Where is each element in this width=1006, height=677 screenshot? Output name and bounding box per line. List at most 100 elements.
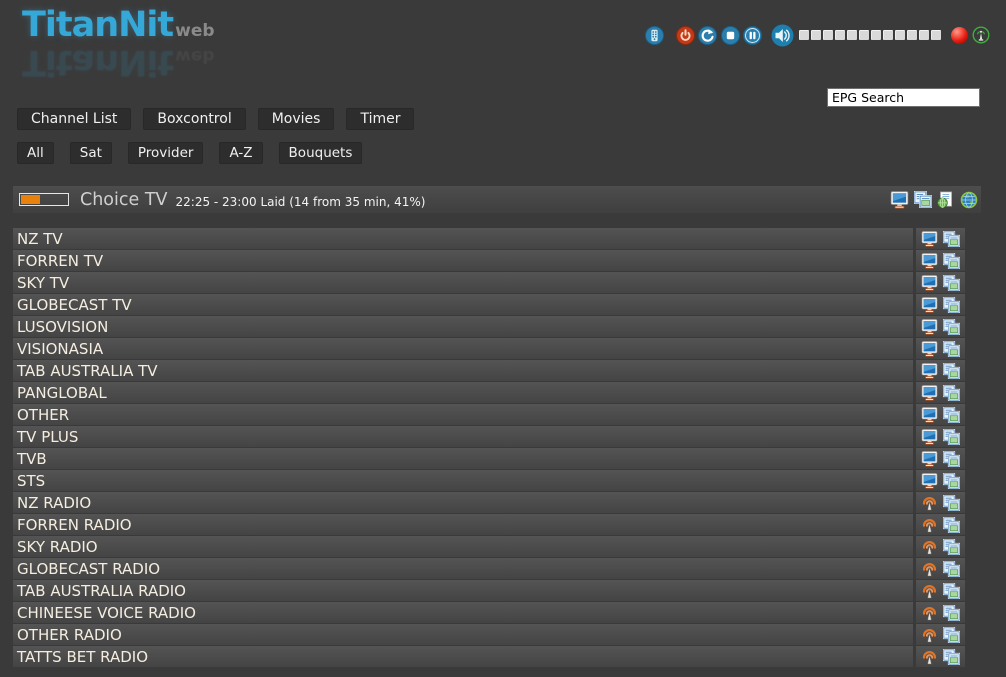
epg-list-icon[interactable]: [943, 296, 961, 314]
tv-icon[interactable]: [921, 230, 939, 248]
channel-row[interactable]: GLOBECAST TV: [13, 294, 965, 315]
epg-list-icon[interactable]: [943, 428, 961, 446]
volume-segment[interactable]: [883, 30, 893, 40]
channel-name[interactable]: SKY RADIO: [13, 536, 913, 557]
channel-name[interactable]: TV PLUS: [13, 426, 913, 447]
tv-icon[interactable]: [921, 362, 939, 380]
webpage-icon[interactable]: [936, 190, 955, 209]
globe-icon[interactable]: [959, 190, 978, 209]
channel-name[interactable]: VISIONASIA: [13, 338, 913, 359]
channel-row[interactable]: GLOBECAST RADIO: [13, 558, 965, 579]
epg-list-icon[interactable]: [943, 472, 961, 490]
tv-icon[interactable]: [921, 252, 939, 270]
channel-row[interactable]: SKY RADIO: [13, 536, 965, 557]
back-icon[interactable]: [698, 26, 717, 45]
stop-icon[interactable]: [721, 26, 740, 45]
tv-icon[interactable]: [921, 340, 939, 358]
radio-icon[interactable]: [921, 560, 939, 578]
channel-name[interactable]: FORREN TV: [13, 250, 913, 271]
epg-list-icon[interactable]: [943, 318, 961, 336]
channel-name[interactable]: SKY TV: [13, 272, 913, 293]
epg-list-icon[interactable]: [943, 252, 961, 270]
volume-segment[interactable]: [835, 30, 845, 40]
epg-list-icon[interactable]: [943, 406, 961, 424]
channel-name[interactable]: LUSOVISION: [13, 316, 913, 337]
channel-row[interactable]: PANGLOBAL: [13, 382, 965, 403]
epg-list-icon[interactable]: [943, 648, 961, 666]
volume-segment[interactable]: [799, 30, 809, 40]
epg-list-icon[interactable]: [943, 582, 961, 600]
speaker-icon[interactable]: [771, 24, 794, 47]
channel-name[interactable]: NZ TV: [13, 228, 913, 249]
channel-row[interactable]: VISIONASIA: [13, 338, 965, 359]
nav-movies[interactable]: Movies: [258, 108, 335, 130]
volume-segment[interactable]: [811, 30, 821, 40]
epg-list-icon[interactable]: [943, 626, 961, 644]
volume-segment[interactable]: [823, 30, 833, 40]
tv-stream-icon[interactable]: [890, 190, 909, 209]
channel-row[interactable]: FORREN RADIO: [13, 514, 965, 535]
volume-level[interactable]: [799, 30, 943, 40]
filter-bouquets[interactable]: Bouquets: [279, 142, 363, 164]
channel-name[interactable]: STS: [13, 470, 913, 491]
volume-segment[interactable]: [859, 30, 869, 40]
channel-name[interactable]: OTHER RADIO: [13, 624, 913, 645]
signal-icon[interactable]: [972, 26, 990, 44]
epg-list-icon[interactable]: [943, 450, 961, 468]
record-icon[interactable]: [951, 27, 968, 44]
radio-icon[interactable]: [921, 516, 939, 534]
epg-list-icon[interactable]: [943, 604, 961, 622]
channel-name[interactable]: CHINEESE VOICE RADIO: [13, 602, 913, 623]
volume-segment[interactable]: [931, 30, 941, 40]
volume-segment[interactable]: [895, 30, 905, 40]
radio-icon[interactable]: [921, 538, 939, 556]
tv-icon[interactable]: [921, 274, 939, 292]
channel-row[interactable]: TVB: [13, 448, 965, 469]
epg-list-icon[interactable]: [943, 340, 961, 358]
epg-list-icon[interactable]: [943, 384, 961, 402]
volume-segment[interactable]: [919, 30, 929, 40]
channel-name[interactable]: PANGLOBAL: [13, 382, 913, 403]
filter-sat[interactable]: Sat: [70, 142, 112, 164]
filter-a-z[interactable]: A-Z: [219, 142, 262, 164]
tv-icon[interactable]: [921, 296, 939, 314]
channel-name[interactable]: TATTS BET RADIO: [13, 646, 913, 667]
remote-icon[interactable]: [645, 26, 664, 45]
radio-icon[interactable]: [921, 626, 939, 644]
filter-all[interactable]: All: [17, 142, 54, 164]
tv-icon[interactable]: [921, 318, 939, 336]
channel-row[interactable]: TV PLUS: [13, 426, 965, 447]
epg-list-icon[interactable]: [943, 230, 961, 248]
tv-icon[interactable]: [921, 450, 939, 468]
channel-name[interactable]: NZ RADIO: [13, 492, 913, 513]
epg-list-icon[interactable]: [943, 274, 961, 292]
channel-name[interactable]: TVB: [13, 448, 913, 469]
channel-name[interactable]: TAB AUSTRALIA RADIO: [13, 580, 913, 601]
channel-name[interactable]: OTHER: [13, 404, 913, 425]
tv-icon[interactable]: [921, 384, 939, 402]
channel-name[interactable]: FORREN RADIO: [13, 514, 913, 535]
power-icon[interactable]: [676, 26, 695, 45]
radio-icon[interactable]: [921, 494, 939, 512]
radio-icon[interactable]: [921, 604, 939, 622]
volume-segment[interactable]: [871, 30, 881, 40]
channel-name[interactable]: GLOBECAST TV: [13, 294, 913, 315]
channel-row[interactable]: NZ RADIO: [13, 492, 965, 513]
channel-row[interactable]: TAB AUSTRALIA RADIO: [13, 580, 965, 601]
channel-row[interactable]: STS: [13, 470, 965, 491]
channel-row[interactable]: LUSOVISION: [13, 316, 965, 337]
channel-row[interactable]: NZ TV: [13, 228, 965, 249]
channel-row[interactable]: CHINEESE VOICE RADIO: [13, 602, 965, 623]
tv-icon[interactable]: [921, 472, 939, 490]
filter-provider[interactable]: Provider: [128, 142, 204, 164]
channel-name[interactable]: GLOBECAST RADIO: [13, 558, 913, 579]
epg-list-icon[interactable]: [943, 362, 961, 380]
epg-list-icon[interactable]: [943, 494, 961, 512]
nav-channel-list[interactable]: Channel List: [17, 108, 131, 130]
channel-row[interactable]: TAB AUSTRALIA TV: [13, 360, 965, 381]
volume-segment[interactable]: [847, 30, 857, 40]
channel-row[interactable]: OTHER: [13, 404, 965, 425]
epg-search-input[interactable]: [827, 88, 980, 107]
channel-row[interactable]: OTHER RADIO: [13, 624, 965, 645]
nav-timer[interactable]: Timer: [346, 108, 414, 130]
